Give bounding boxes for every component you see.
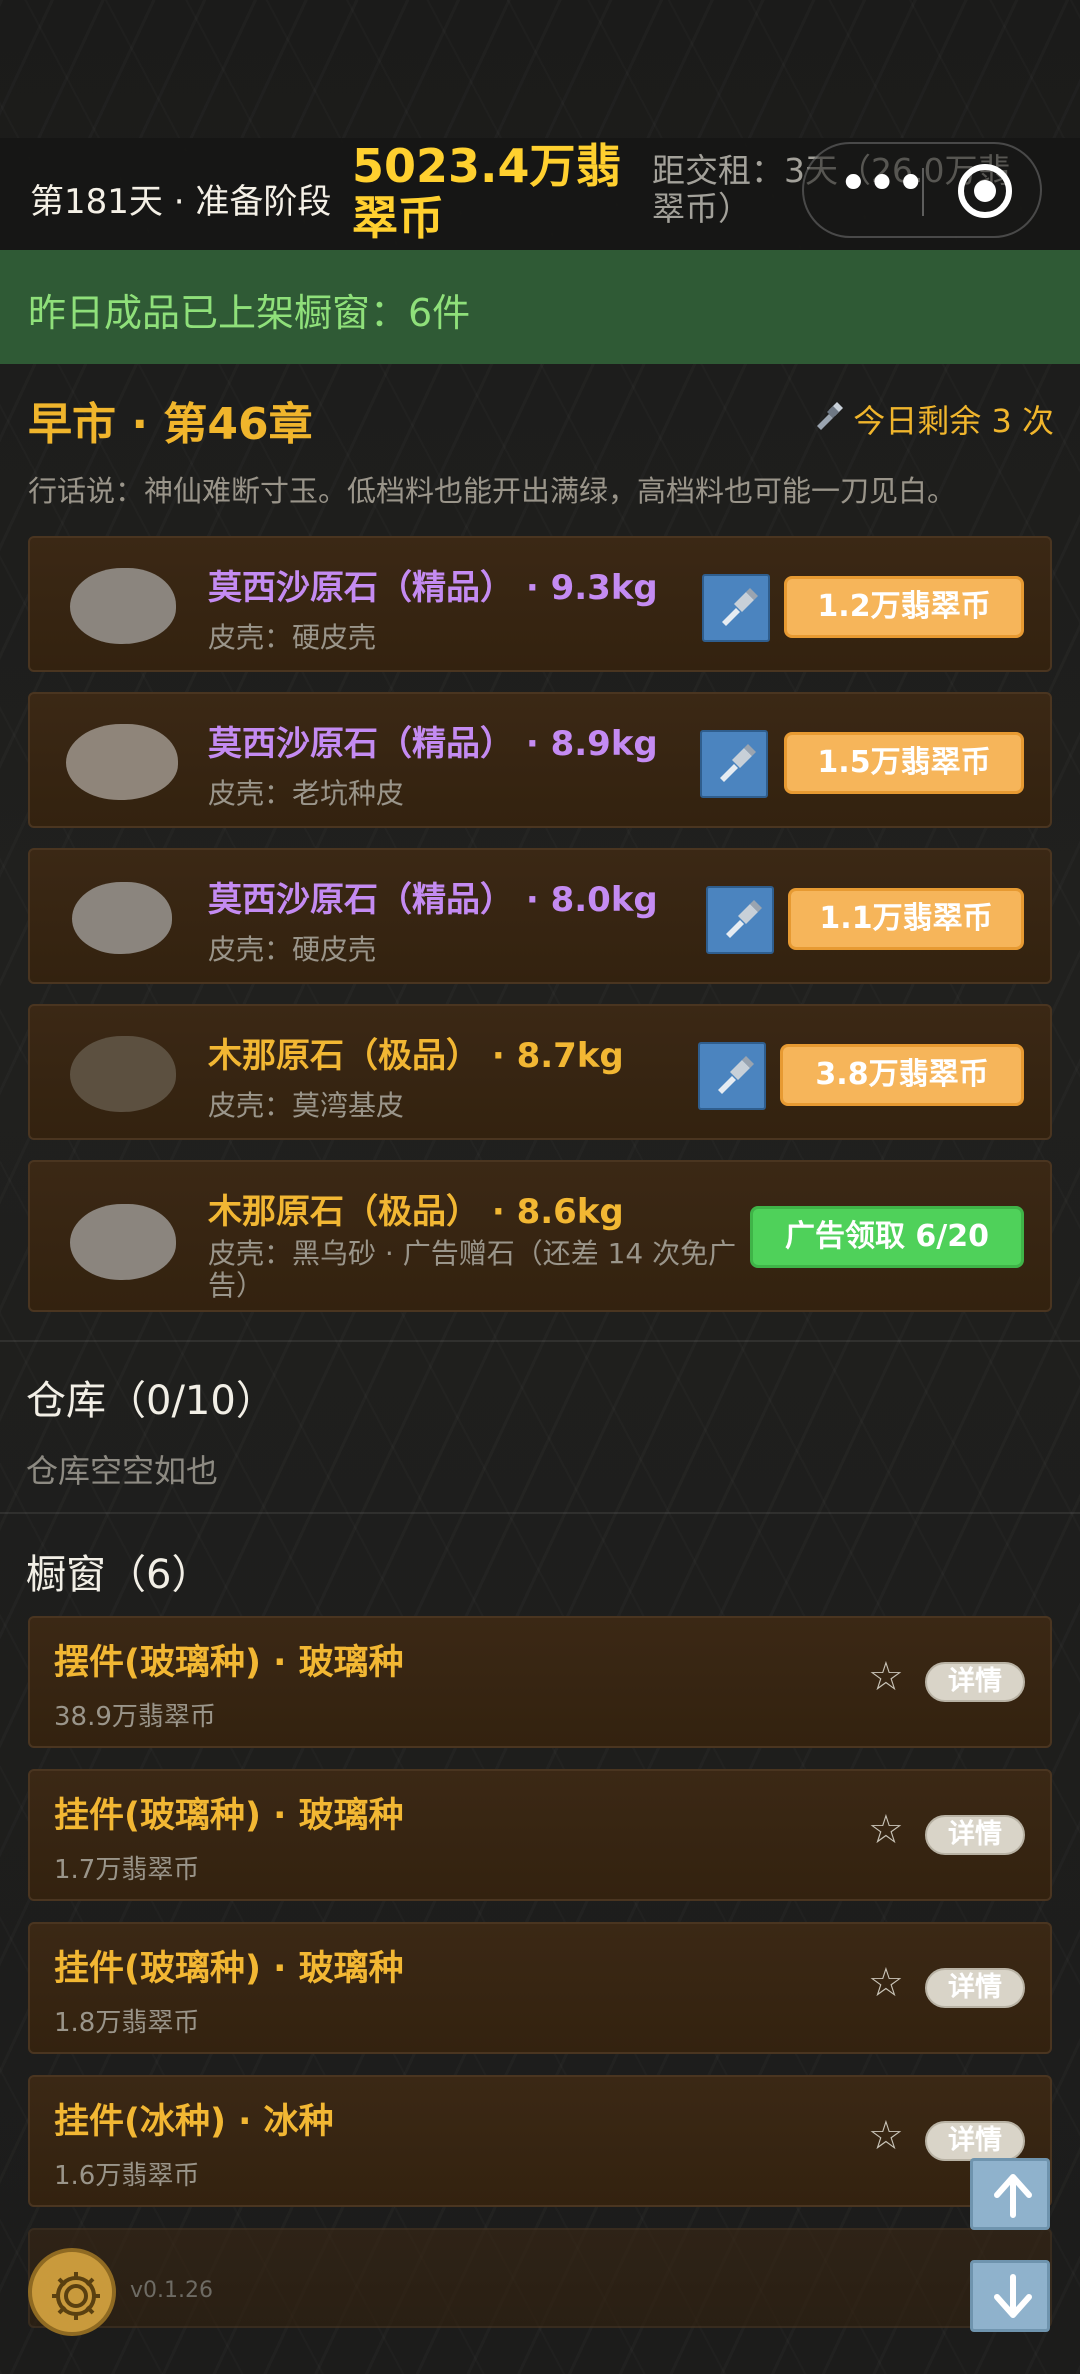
buy-price-button[interactable]: 3.8万翡翠币 (780, 1044, 1024, 1106)
stone-name: 莫西沙原石（精品） · 8.9kg (208, 724, 658, 764)
arrow-up-icon (994, 2174, 1032, 2218)
market-title: 早市 · 第46章 (28, 399, 313, 450)
showcase-item-name: 摆件(玻璃种) · 玻璃种 (54, 1643, 404, 1683)
detail-button[interactable]: 详情 (925, 1662, 1025, 1702)
detail-button[interactable]: 详情 (925, 1815, 1025, 1855)
star-icon[interactable]: ☆ (868, 2113, 904, 2159)
stone-shell: 皮壳：硬皮壳 (208, 933, 377, 966)
stone-name: 木那原石（极品） · 8.7kg (208, 1036, 624, 1076)
buy-price-button[interactable]: 1.5万翡翠币 (784, 732, 1024, 794)
showcase-item: 挂件(玻璃种) · 玻璃种 1.7万翡翠币 ☆ 详情 (28, 1769, 1052, 1901)
target-circle-icon[interactable] (958, 164, 1012, 218)
ad-claim-button[interactable]: 广告领取 6/20 (750, 1206, 1024, 1268)
flashlight-button[interactable] (706, 886, 774, 954)
stone-card: 莫西沙原石（精品） · 8.9kg 皮壳：老坑种皮 1.5万翡翠币 (28, 692, 1052, 828)
flashlight-icon (722, 588, 758, 626)
capsule-divider (922, 168, 924, 216)
notice-banner: 昨日成品已上架橱窗：6件 (0, 250, 1080, 364)
showcase-item-price: 1.7万翡翠币 (54, 1855, 200, 1885)
showcase-item: 挂件(冰种) · 冰种 1.6万翡翠币 ☆ 详情 (28, 2075, 1052, 2207)
showcase-item-price: 1.8万翡翠币 (54, 2008, 200, 2038)
arrow-down-icon (994, 2274, 1032, 2318)
version-label: v0.1.26 (130, 2278, 213, 2303)
scroll-down-button[interactable] (970, 2260, 1050, 2332)
star-icon[interactable]: ☆ (868, 1807, 904, 1853)
stone-card: 木那原石（极品） · 8.7kg 皮壳：莫湾基皮 3.8万翡翠币 (28, 1004, 1052, 1140)
section-divider (0, 1340, 1080, 1342)
day-stage: 第181天 · 准备阶段 (30, 182, 332, 222)
miniprogram-capsule: ••• (802, 142, 1042, 238)
remaining-count: 今日剩余 3 次 (813, 396, 1054, 442)
stone-image (70, 1036, 176, 1112)
showcase-title: 橱窗（6） (26, 1552, 212, 1598)
flashlight-icon (718, 1056, 754, 1094)
showcase-item: 摆件(玻璃种) · 玻璃种 38.9万翡翠币 ☆ 详情 (28, 1616, 1052, 1748)
section-divider (0, 1512, 1080, 1514)
warehouse-empty-text: 仓库空空如也 (26, 1452, 219, 1490)
star-icon[interactable]: ☆ (868, 1960, 904, 2006)
settings-button[interactable] (28, 2248, 116, 2336)
showcase-item-name: 挂件(玻璃种) · 玻璃种 (54, 1796, 404, 1836)
stone-image (66, 724, 178, 800)
remaining-text: 今日剩余 3 次 (853, 402, 1054, 440)
stone-shell: 皮壳：黑乌砂 · 广告赠石（还差 14 次免广告） (208, 1237, 737, 1302)
flashlight-icon (726, 900, 762, 938)
stone-card: 莫西沙原石（精品） · 8.0kg 皮壳：硬皮壳 1.1万翡翠币 (28, 848, 1052, 984)
stone-image (70, 1204, 176, 1280)
notice-text: 昨日成品已上架橱窗：6件 (28, 291, 471, 335)
stone-image (70, 568, 176, 644)
stone-name: 莫西沙原石（精品） · 8.0kg (208, 880, 658, 920)
flashlight-button[interactable] (702, 574, 770, 642)
more-dots-icon[interactable]: ••• (838, 154, 926, 214)
showcase-item-name: 挂件(玻璃种) · 玻璃种 (54, 1949, 404, 1989)
buy-price-button[interactable]: 1.2万翡翠币 (784, 576, 1024, 638)
flashlight-button[interactable] (698, 1042, 766, 1110)
flashlight-button[interactable] (700, 730, 768, 798)
stone-card: 莫西沙原石（精品） · 9.3kg 皮壳：硬皮壳 1.2万翡翠币 (28, 536, 1052, 672)
money-balance: 5023.4万翡翠币 (352, 139, 622, 245)
detail-button[interactable]: 详情 (925, 1968, 1025, 2008)
stone-image (72, 882, 172, 954)
stone-name: 莫西沙原石（精品） · 9.3kg (208, 568, 658, 608)
market-saying: 行话说：神仙难断寸玉。低档料也能开出满绿，高档料也可能一刀见白。 (28, 474, 957, 508)
stone-shell: 皮壳：莫湾基皮 (208, 1089, 405, 1122)
buy-price-button[interactable]: 1.1万翡翠币 (788, 888, 1024, 950)
showcase-item-price: 1.6万翡翠币 (54, 2161, 200, 2191)
detail-button[interactable]: 详情 (925, 2121, 1025, 2161)
stone-shell: 皮壳：硬皮壳 (208, 621, 377, 654)
warehouse-title: 仓库（0/10） (26, 1378, 276, 1424)
flashlight-icon (720, 744, 756, 782)
showcase-item-name: 挂件(冰种) · 冰种 (54, 2102, 334, 2142)
stone-name: 木那原石（极品） · 8.6kg (208, 1192, 624, 1232)
stone-card: 木那原石（极品） · 8.6kg 皮壳：黑乌砂 · 广告赠石（还差 14 次免广… (28, 1160, 1052, 1312)
flashlight-icon (813, 400, 845, 440)
star-icon[interactable]: ☆ (868, 1654, 904, 1700)
scroll-up-button[interactable] (970, 2158, 1050, 2230)
stone-shell: 皮壳：老坑种皮 (208, 777, 405, 810)
showcase-item: 挂件(玻璃种) · 玻璃种 1.8万翡翠币 ☆ 详情 (28, 1922, 1052, 2054)
gear-icon (52, 2272, 100, 2320)
showcase-item-price: 38.9万翡翠币 (54, 1702, 216, 1732)
